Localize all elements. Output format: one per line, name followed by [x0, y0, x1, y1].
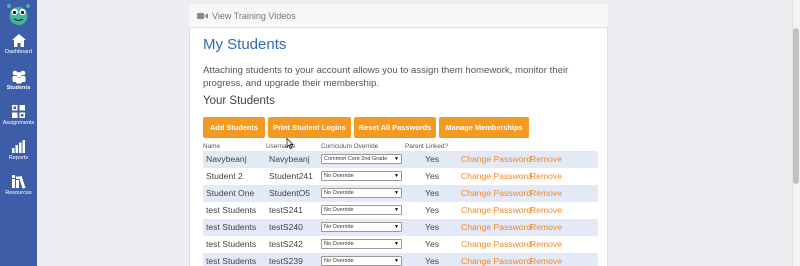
- remove-link[interactable]: Remove: [530, 202, 562, 219]
- dropdown-arrow-icon: ▼: [394, 156, 399, 162]
- mouse-cursor-icon: [286, 138, 294, 149]
- sidebar-item-label: Resources: [5, 190, 32, 196]
- remove-link[interactable]: Remove: [530, 219, 562, 236]
- view-training-videos-link[interactable]: View Training Videos: [197, 9, 296, 23]
- column-header-name: Name: [203, 143, 221, 150]
- student-username: testS239: [269, 256, 303, 266]
- bar-chart-icon: [12, 140, 25, 153]
- table-row: test Students testS240 No Override ▼ Yes Chan…: [203, 219, 598, 236]
- curriculum-override-select[interactable]: No Override ▼: [321, 171, 402, 181]
- student-name: Student One: [206, 188, 255, 198]
- sidebar-item-label: Dashboard: [5, 49, 32, 55]
- intro-text: Attaching students to your account allow…: [203, 65, 569, 89]
- page-title: My Students: [203, 36, 287, 53]
- parent-linked-value: Yes: [425, 256, 440, 266]
- change-password-link[interactable]: Change Password: [461, 236, 531, 253]
- student-name: Navybeanj: [206, 154, 247, 164]
- sidebar-item-resources[interactable]: Resources: [0, 174, 37, 208]
- student-name: test Students: [206, 222, 257, 232]
- sidebar-item-label: Reports: [8, 155, 29, 161]
- mascot-logo-icon[interactable]: [5, 2, 32, 26]
- dropdown-arrow-icon: ▼: [394, 258, 399, 264]
- dropdown-arrow-icon: ▼: [394, 224, 399, 230]
- parent-linked-value: Yes: [425, 239, 440, 249]
- print-student-logins-button[interactable]: Print Student Logins: [268, 117, 351, 138]
- change-password-link[interactable]: Change Password: [461, 168, 531, 185]
- sidebar-item-reports[interactable]: Reports: [0, 139, 37, 173]
- video-camera-icon: [197, 13, 208, 19]
- table-row: Student One StudentO5 No Override ▼ Yes Chang…: [203, 185, 598, 202]
- curriculum-override-value: Common Core 2nd Grade: [324, 156, 388, 162]
- change-password-link[interactable]: Change Password: [461, 151, 531, 168]
- column-header-parent-linked: Parent Linked?: [405, 143, 448, 150]
- reset-all-passwords-button[interactable]: Reset All Passwords: [354, 117, 436, 138]
- curriculum-override-select[interactable]: No Override ▼: [321, 205, 402, 215]
- sidebar: Dashboard Students Assignments Reports R…: [0, 0, 37, 266]
- books-icon: [11, 175, 25, 189]
- student-name: test Students: [206, 256, 257, 266]
- remove-link[interactable]: Remove: [530, 185, 562, 202]
- sidebar-item-dashboard[interactable]: Dashboard: [0, 33, 37, 67]
- grid-icon: [12, 105, 25, 118]
- table-row: test Students testS241 No Override ▼ Yes Chan…: [203, 202, 598, 219]
- curriculum-override-select[interactable]: No Override ▼: [321, 256, 402, 266]
- table-row: test Students testS239 No Override ▼ Yes Chan…: [203, 253, 598, 266]
- student-username: StudentO5: [269, 188, 311, 198]
- change-password-link[interactable]: Change Password: [461, 202, 531, 219]
- student-username: Navybeanj: [269, 154, 310, 164]
- remove-link[interactable]: Remove: [530, 253, 562, 266]
- curriculum-override-select[interactable]: No Override ▼: [321, 222, 402, 232]
- sidebar-item-label: Assignments: [2, 120, 35, 126]
- parent-linked-value: Yes: [425, 205, 440, 215]
- view-training-videos-label: View Training Videos: [212, 11, 296, 21]
- change-password-link[interactable]: Change Password: [461, 185, 531, 202]
- parent-linked-value: Yes: [425, 188, 440, 198]
- sidebar-item-assignments[interactable]: Assignments: [0, 104, 37, 138]
- student-username: Student241: [269, 171, 313, 181]
- student-username: testS242: [269, 239, 303, 249]
- curriculum-override-value: No Override: [324, 190, 354, 196]
- dropdown-arrow-icon: ▼: [394, 173, 399, 179]
- section-title: Your Students: [203, 95, 275, 107]
- dropdown-arrow-icon: ▼: [394, 190, 399, 196]
- curriculum-override-select[interactable]: Common Core 2nd Grade ▼: [321, 154, 402, 164]
- curriculum-override-select[interactable]: No Override ▼: [321, 188, 402, 198]
- users-icon: [12, 70, 25, 84]
- student-name: test Students: [206, 205, 257, 215]
- curriculum-override-value: No Override: [324, 207, 354, 213]
- dropdown-arrow-icon: ▼: [394, 207, 399, 213]
- student-username: testS241: [269, 205, 303, 215]
- column-header-curriculum: Curriculum Override: [321, 143, 379, 150]
- table-row: Navybeanj Navybeanj Common Core 2nd Grade ▼…: [203, 151, 598, 168]
- scrollbar-thumb[interactable]: [793, 28, 799, 184]
- student-name: test Students: [206, 239, 257, 249]
- add-students-button[interactable]: Add Students: [203, 117, 265, 138]
- curriculum-override-value: No Override: [324, 241, 354, 247]
- table-row: Student 2 Student241 No Override ▼ Yes Change…: [203, 168, 598, 185]
- parent-linked-value: Yes: [425, 222, 440, 232]
- parent-linked-value: Yes: [425, 154, 440, 164]
- change-password-link[interactable]: Change Password: [461, 219, 531, 236]
- home-icon: [11, 34, 26, 47]
- remove-link[interactable]: Remove: [530, 236, 562, 253]
- manage-memberships-button[interactable]: Manage Memberships: [439, 117, 529, 138]
- curriculum-override-value: No Override: [324, 224, 354, 230]
- remove-link[interactable]: Remove: [530, 151, 562, 168]
- sidebar-item-label: Students: [6, 85, 31, 91]
- student-username: testS240: [269, 222, 303, 232]
- table-row: test Students testS242 No Override ▼ Yes Chan…: [203, 236, 598, 253]
- remove-link[interactable]: Remove: [530, 168, 562, 185]
- curriculum-override-select[interactable]: No Override ▼: [321, 239, 402, 249]
- curriculum-override-value: No Override: [324, 258, 354, 264]
- change-password-link[interactable]: Change Password: [461, 253, 531, 266]
- student-name: Student 2: [206, 171, 243, 181]
- curriculum-override-value: No Override: [324, 173, 354, 179]
- sidebar-item-students[interactable]: Students: [0, 69, 37, 103]
- dropdown-arrow-icon: ▼: [394, 241, 399, 247]
- parent-linked-value: Yes: [425, 171, 440, 181]
